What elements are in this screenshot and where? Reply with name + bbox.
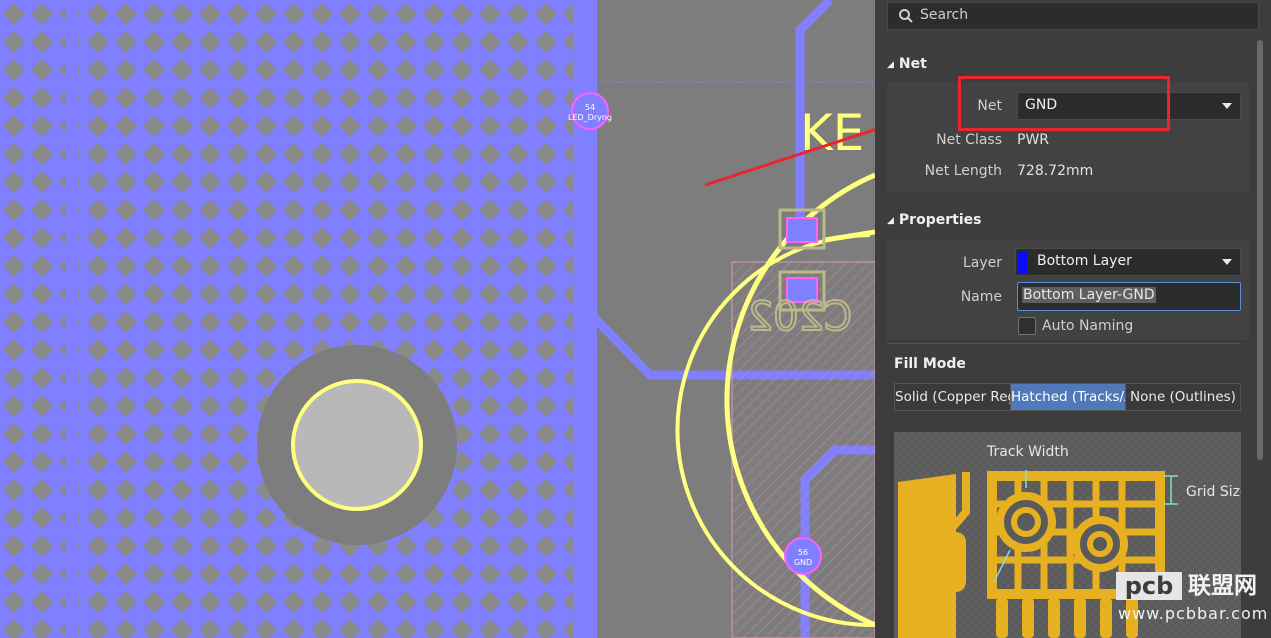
name-input[interactable]: Bottom Layer-GND (1017, 282, 1241, 311)
watermark-cn: 联盟网 (1188, 573, 1257, 599)
annotation-highlight-box (958, 76, 1170, 131)
silk-text-ke: KE (800, 104, 864, 162)
hatched-polygon[interactable] (0, 0, 575, 638)
net-class-value: PWR (1017, 132, 1050, 148)
fill-mode-title: Fill Mode (894, 356, 966, 372)
auto-naming-label: Auto Naming (1042, 318, 1134, 334)
mounting-hole[interactable] (291, 379, 423, 511)
layer-dropdown[interactable]: Bottom Layer (1015, 248, 1241, 276)
net-length-value: 728.72mm (1017, 163, 1094, 179)
watermark-url: www.pcbbar.com (1118, 604, 1269, 623)
grid-size-label: Grid Size (1186, 484, 1241, 500)
net-section-title: Net (898, 56, 927, 72)
name-input-value: Bottom Layer-GND (1022, 287, 1156, 303)
pcb-canvas[interactable]: 54 LED_Dryng 56 GND KE C202 (0, 0, 875, 638)
name-label: Name (960, 289, 1002, 305)
layer-color-swatch (1018, 251, 1027, 273)
auto-naming-checkbox[interactable] (1018, 317, 1036, 335)
search-box[interactable]: Search (887, 2, 1259, 30)
net-class-label: Net Class (936, 132, 1002, 148)
properties-section-title: Properties (898, 212, 982, 228)
via-top-net: LED_Dryng (568, 113, 612, 122)
fill-mode-hatched[interactable]: Hatched (Tracks/A (1010, 383, 1126, 411)
collapse-triangle-icon: ◢ (887, 60, 894, 70)
net-section-header[interactable]: ◢ Net (887, 56, 927, 72)
properties-section-header[interactable]: ◢ Properties (887, 212, 981, 228)
track-width-label: Track Width (986, 444, 1069, 460)
layer-dropdown-value: Bottom Layer (1037, 253, 1132, 269)
fill-mode-solid[interactable]: Solid (Copper Regi (894, 383, 1011, 411)
watermark: pcb 联盟网 www.pcbbar.com (1116, 572, 1271, 638)
chevron-down-icon (1222, 259, 1232, 265)
fill-mode-none[interactable]: None (Outlines) (1125, 383, 1241, 411)
search-placeholder: Search (920, 7, 969, 23)
divider (887, 343, 1241, 344)
via-top-number: 54 (585, 103, 595, 112)
search-icon (899, 9, 913, 23)
scrollbar[interactable] (1257, 40, 1263, 460)
watermark-brand: pcb (1116, 572, 1182, 600)
net-length-label: Net Length (924, 163, 1002, 179)
pcb-drawing: 54 LED_Dryng 56 GND KE C202 (0, 0, 875, 638)
via-bottom-number: 56 (798, 548, 808, 557)
collapse-triangle-icon: ◢ (887, 216, 894, 226)
via-bottom-net: GND (794, 558, 812, 567)
layer-label: Layer (962, 255, 1002, 271)
silk-text-c202: C202 (748, 294, 852, 340)
chevron-down-icon (1222, 103, 1232, 109)
smd-pad-1[interactable] (786, 217, 818, 243)
